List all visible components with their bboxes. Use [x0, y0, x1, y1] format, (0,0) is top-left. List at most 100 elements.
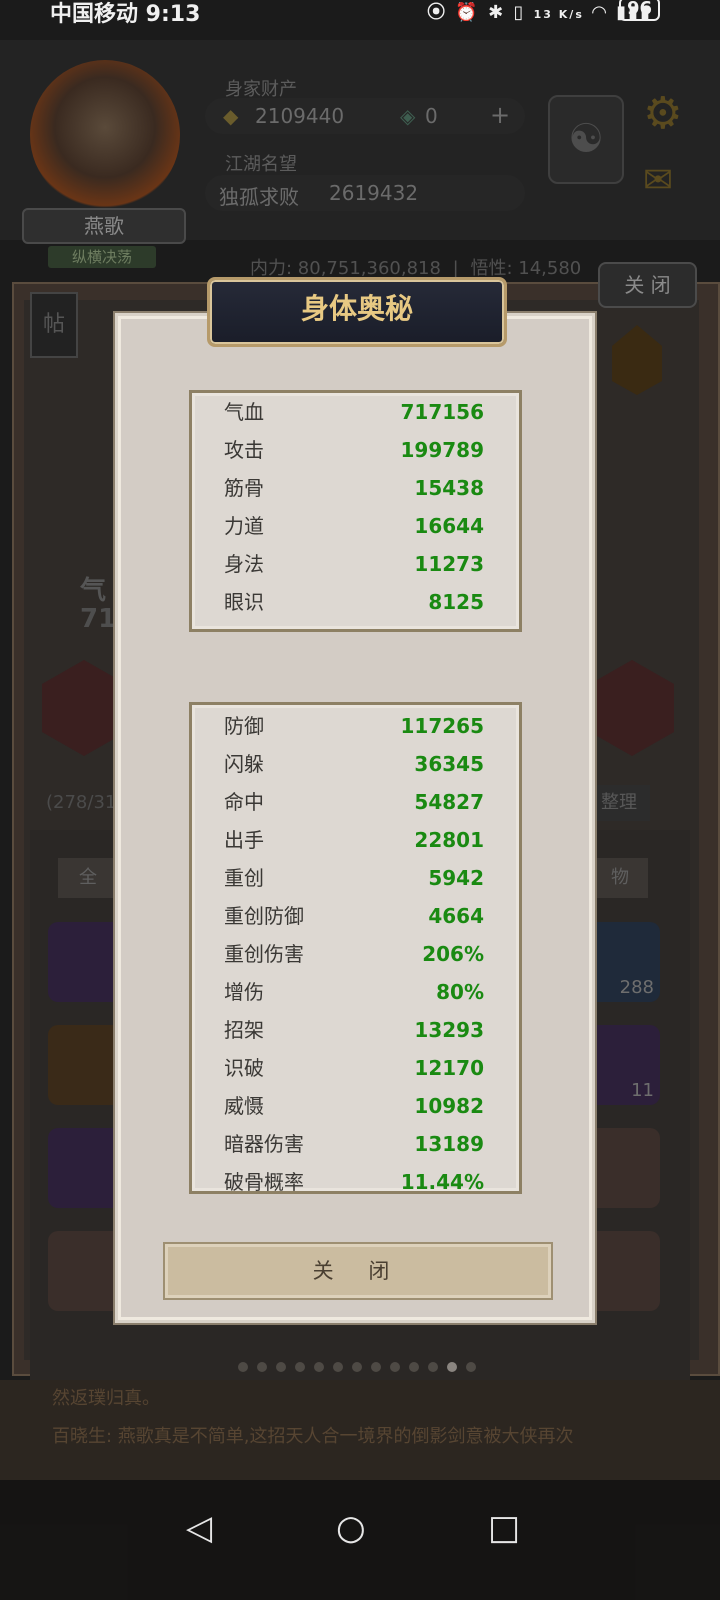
stat-value: 12170	[414, 1056, 484, 1080]
stat-value: 5942	[428, 866, 484, 890]
nfc-icon: ⦿	[427, 2, 448, 23]
stat-row: 命中 54827	[224, 783, 484, 821]
stat-name: 重创伤害	[224, 942, 304, 966]
post-badge[interactable]: 帖	[30, 292, 78, 358]
stat-name: 重创	[224, 866, 264, 890]
close-button[interactable]: 关 闭	[163, 1242, 553, 1300]
wuxing-value: 悟性: 14,580	[470, 258, 582, 279]
stat-row: 攻击 199789	[224, 431, 484, 469]
stat-row: 身法 11273	[224, 545, 484, 583]
fame-box: 独孤求败 2619432	[205, 175, 525, 211]
stat-value: 117265	[400, 714, 485, 738]
add-gems-icon[interactable]: +	[490, 101, 510, 129]
stat-value: 10982	[414, 1094, 484, 1118]
stat-name: 增伤	[224, 980, 264, 1004]
item-count-1: 288	[619, 977, 654, 998]
wealth-box: ◆ 2109440 ◈ 0 +	[205, 98, 525, 134]
gem-icon: ◈	[400, 104, 416, 128]
dialog-title: 身体奥秘	[207, 277, 507, 347]
page-dot-active	[447, 1362, 457, 1372]
stat-row: 眼识 8125	[224, 583, 484, 621]
bluetooth-icon: ✱	[488, 2, 506, 23]
gold-ingot-icon: ◆	[223, 104, 239, 128]
stat-row: 出手 22801	[224, 821, 484, 859]
stat-name: 身法	[224, 552, 264, 576]
stat-value: 22801	[414, 828, 484, 852]
stat-row: 识破 12170	[224, 1049, 484, 1087]
bag-count: (278/31	[46, 792, 117, 813]
stat-name: 攻击	[224, 438, 264, 462]
neili-value: 内力: 80,751,360,818	[250, 258, 441, 279]
chat-line-1: 然返璞归真。	[52, 1388, 160, 1409]
stat-value: 36345	[414, 752, 484, 776]
fame-label: 江湖名望	[225, 154, 297, 175]
qi-label-partial: 气	[80, 576, 107, 606]
stat-row: 重创伤害 206%	[224, 935, 484, 973]
page-dot	[371, 1362, 381, 1372]
page-dot	[428, 1362, 438, 1372]
stat-row: 力道 16644	[224, 507, 484, 545]
page-dot	[466, 1362, 476, 1372]
qi-value-partial: 71	[80, 604, 117, 634]
stat-row: 气血 717156	[224, 393, 484, 431]
stat-name: 识破	[224, 1056, 264, 1080]
filter-all-tab[interactable]: 全	[58, 858, 118, 898]
stat-value: 717156	[400, 400, 485, 424]
stat-value: 11.44%	[400, 1170, 484, 1194]
back-button[interactable]: ◁	[186, 1508, 212, 1548]
stat-value: 206%	[422, 942, 484, 966]
stat-row: 防御 117265	[224, 707, 484, 745]
stat-value: 80%	[436, 980, 484, 1004]
stat-value: 11273	[414, 552, 484, 576]
stat-name: 眼识	[224, 590, 264, 614]
stat-value: 54827	[414, 790, 484, 814]
stat-row: 筋骨 15438	[224, 469, 484, 507]
stat-value: 15438	[414, 476, 484, 500]
carrier-time: 中国移动 9:13	[50, 2, 201, 27]
stat-row: 重创 5942	[224, 859, 484, 897]
secondary-stats-table[interactable]: 防御 117265 闪躲 36345 命中 54827 出手 22801 重创 5942 …	[189, 702, 522, 1194]
status-bar: 中国移动 9:13 ⦿ ⏰ ✱ ▯ 13 K/s ◠ ▮▮▮ 96	[0, 0, 720, 27]
stat-name: 命中	[224, 790, 264, 814]
page-dot	[238, 1362, 248, 1372]
stat-name: 筋骨	[224, 476, 264, 500]
page-indicator	[238, 1357, 485, 1376]
wealth-gems: 0	[425, 104, 438, 128]
stat-row: 破骨概率 11.44%	[224, 1163, 484, 1194]
player-name: 燕歌	[22, 208, 186, 244]
alarm-icon: ⏰	[455, 2, 480, 23]
player-subtitle: 纵横决荡	[48, 246, 156, 268]
stat-name: 防御	[224, 714, 264, 738]
stat-row: 重创防御 4664	[224, 897, 484, 935]
net-speed: 13 K/s	[533, 8, 584, 21]
sort-button[interactable]: 整理	[588, 785, 650, 821]
background-close-button[interactable]: 关 闭	[598, 262, 697, 308]
wealth-gold: 2109440	[255, 104, 345, 128]
stat-value: 13189	[414, 1132, 484, 1156]
mail-icon[interactable]: ✉	[643, 160, 673, 201]
stat-value: 13293	[414, 1018, 484, 1042]
fame-title: 独孤求败	[219, 185, 299, 209]
stat-value: 16644	[414, 514, 484, 538]
settings-gear-icon[interactable]: ⚙	[643, 88, 682, 139]
page-dot	[314, 1362, 324, 1372]
stat-row: 招架 13293	[224, 1011, 484, 1049]
page-dot	[295, 1362, 305, 1372]
item-count-2: 11	[631, 1080, 654, 1101]
filter-item-tab[interactable]: 物	[592, 858, 648, 898]
yin-yang-icon[interactable]: ☯	[548, 95, 624, 184]
avatar[interactable]	[30, 60, 180, 210]
wifi-icon: ◠	[592, 2, 608, 23]
stat-name: 重创防御	[224, 904, 304, 928]
page-dot	[352, 1362, 362, 1372]
stat-row: 增伤 80%	[224, 973, 484, 1011]
recents-button[interactable]: □	[488, 1508, 520, 1548]
stat-name: 威慑	[224, 1094, 264, 1118]
page-dot	[333, 1362, 343, 1372]
home-button[interactable]: ○	[336, 1508, 366, 1548]
vibrate-icon: ▯	[513, 2, 526, 23]
stat-value: 4664	[428, 904, 484, 928]
ornamental-divider	[200, 665, 516, 667]
page-dot	[390, 1362, 400, 1372]
primary-stats-table: 气血 717156 攻击 199789 筋骨 15438 力道 16644 身法 1127…	[189, 390, 522, 632]
